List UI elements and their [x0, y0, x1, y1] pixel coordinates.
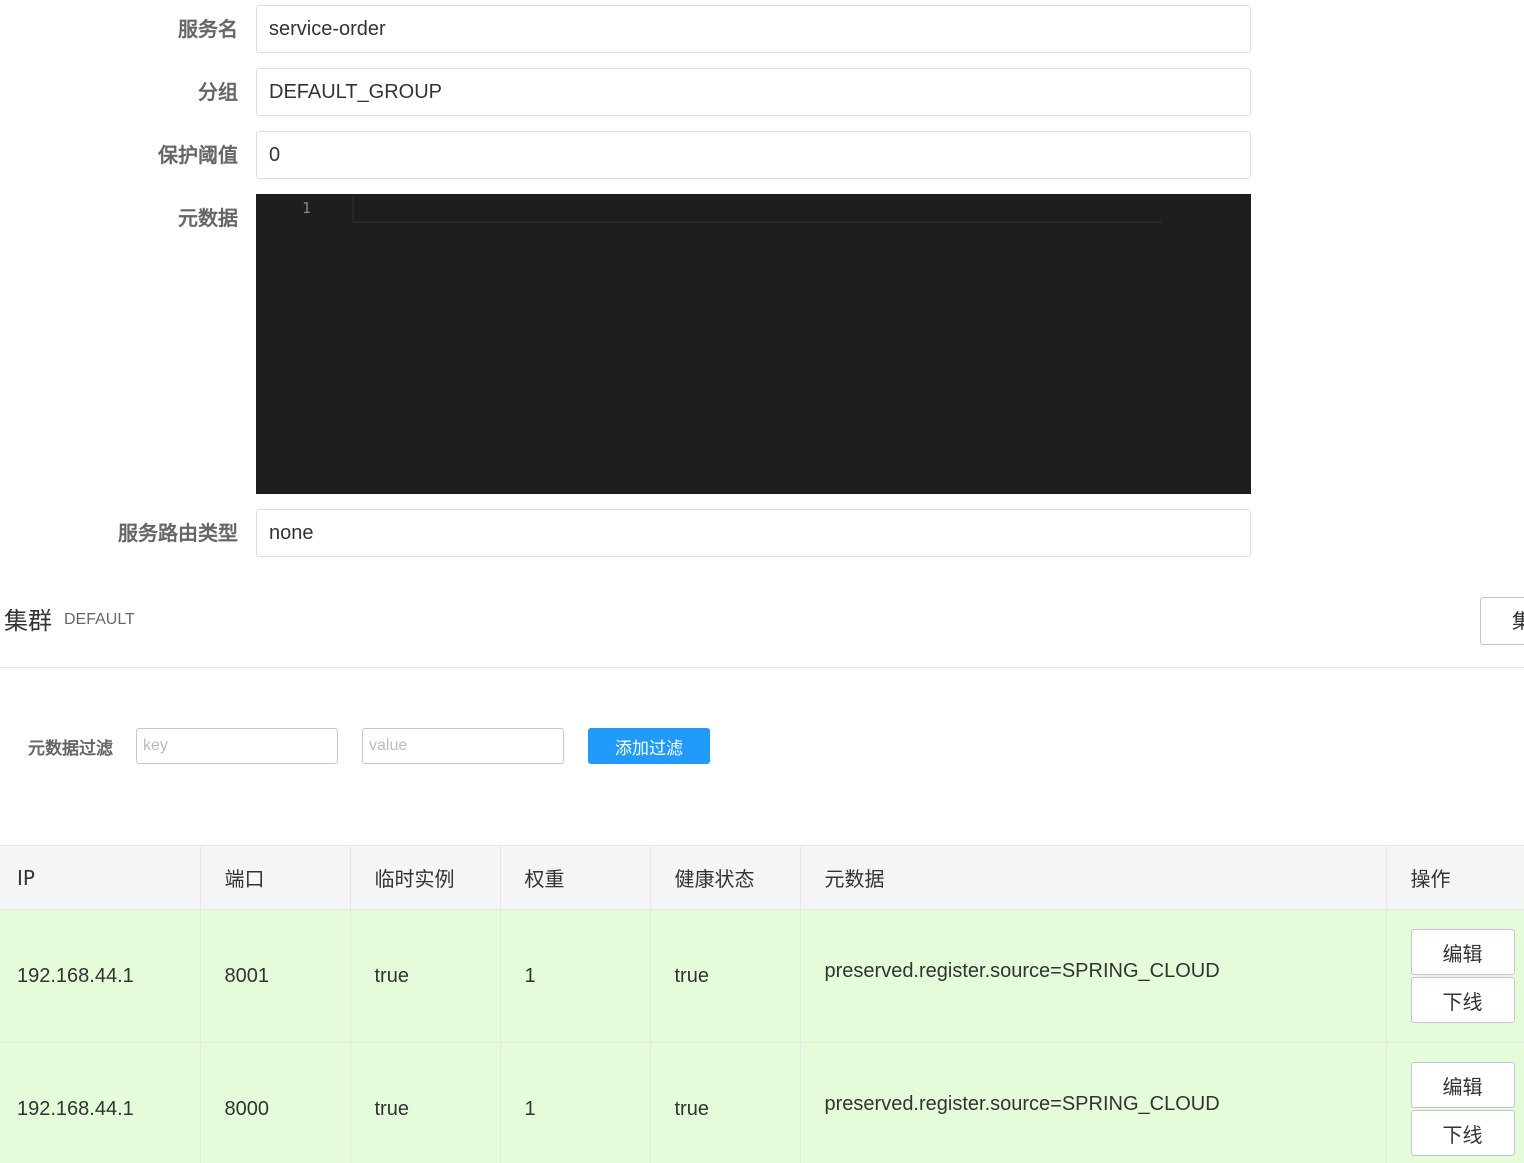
service-name-label: 服务名 — [178, 17, 238, 41]
column-header-ip: IP — [0, 845, 201, 910]
column-header-health: 健康状态 — [650, 845, 801, 910]
column-header-metadata: 元数据 — [800, 845, 1387, 910]
column-header-actions: 操作 — [1386, 845, 1524, 910]
column-header-weight: 权重 — [500, 845, 651, 910]
cluster-name: DEFAULT — [64, 611, 135, 628]
service-name-input[interactable]: service-order — [256, 5, 1251, 53]
cell-metadata: preserved.register.source=SPRING_CLOUD — [800, 1042, 1387, 1163]
route-type-label: 服务路由类型 — [118, 521, 238, 545]
edit-instance-button[interactable]: 编辑 — [1410, 929, 1515, 975]
route-type-input[interactable]: none — [256, 509, 1251, 557]
service-detail-page: 服务名 service-order 分组 DEFAULT_GROUP 保护阈值 … — [0, 0, 1524, 1163]
cell-actions: 编辑 下线 — [1386, 909, 1524, 1043]
metadata-label: 元数据 — [178, 206, 238, 230]
filter-key-input[interactable] — [136, 728, 338, 764]
instance-table: IP 端口 临时实例 权重 健康状态 元数据 操作 192.168.44.1 8… — [0, 845, 1524, 1163]
group-input[interactable]: DEFAULT_GROUP — [256, 68, 1251, 116]
table-header-row: IP 端口 临时实例 权重 健康状态 元数据 操作 — [0, 845, 1524, 910]
cell-port: 8001 — [200, 909, 351, 1043]
protect-threshold-input[interactable]: 0 — [256, 131, 1251, 179]
cell-ephemeral: true — [350, 1042, 501, 1163]
offline-instance-button[interactable]: 下线 — [1410, 977, 1515, 1023]
column-header-ephemeral: 临时实例 — [350, 845, 501, 910]
metadata-code-editor[interactable]: 1 — [256, 194, 1251, 494]
cell-weight: 1 — [500, 909, 651, 1043]
cluster-title: 集群 — [4, 607, 52, 635]
group-label: 分组 — [198, 80, 238, 104]
cell-weight: 1 — [500, 1042, 651, 1163]
column-header-port: 端口 — [200, 845, 351, 910]
cell-ip: 192.168.44.1 — [0, 909, 201, 1043]
cell-ephemeral: true — [350, 909, 501, 1043]
protect-threshold-label: 保护阈值 — [158, 143, 238, 167]
cluster-divider — [0, 667, 1524, 668]
metadata-filter-label: 元数据过滤 — [28, 739, 113, 759]
cell-ip: 192.168.44.1 — [0, 1042, 201, 1163]
offline-instance-button[interactable]: 下线 — [1410, 1110, 1515, 1156]
editor-line-number: 1 — [302, 199, 312, 217]
cell-actions: 编辑 下线 — [1386, 1042, 1524, 1163]
editor-current-line[interactable] — [352, 197, 1162, 223]
add-filter-button[interactable]: 添加过滤 — [588, 728, 710, 764]
cell-metadata: preserved.register.source=SPRING_CLOUD — [800, 909, 1387, 1043]
cell-healthy: true — [650, 909, 801, 1043]
table-row: 192.168.44.1 8001 true 1 true preserved.… — [0, 909, 1524, 1043]
filter-value-input[interactable] — [362, 728, 564, 764]
cell-port: 8000 — [200, 1042, 351, 1163]
edit-instance-button[interactable]: 编辑 — [1410, 1062, 1515, 1108]
cell-healthy: true — [650, 1042, 801, 1163]
cluster-config-button[interactable]: 集 — [1480, 597, 1524, 645]
table-row: 192.168.44.1 8000 true 1 true preserved.… — [0, 1042, 1524, 1163]
